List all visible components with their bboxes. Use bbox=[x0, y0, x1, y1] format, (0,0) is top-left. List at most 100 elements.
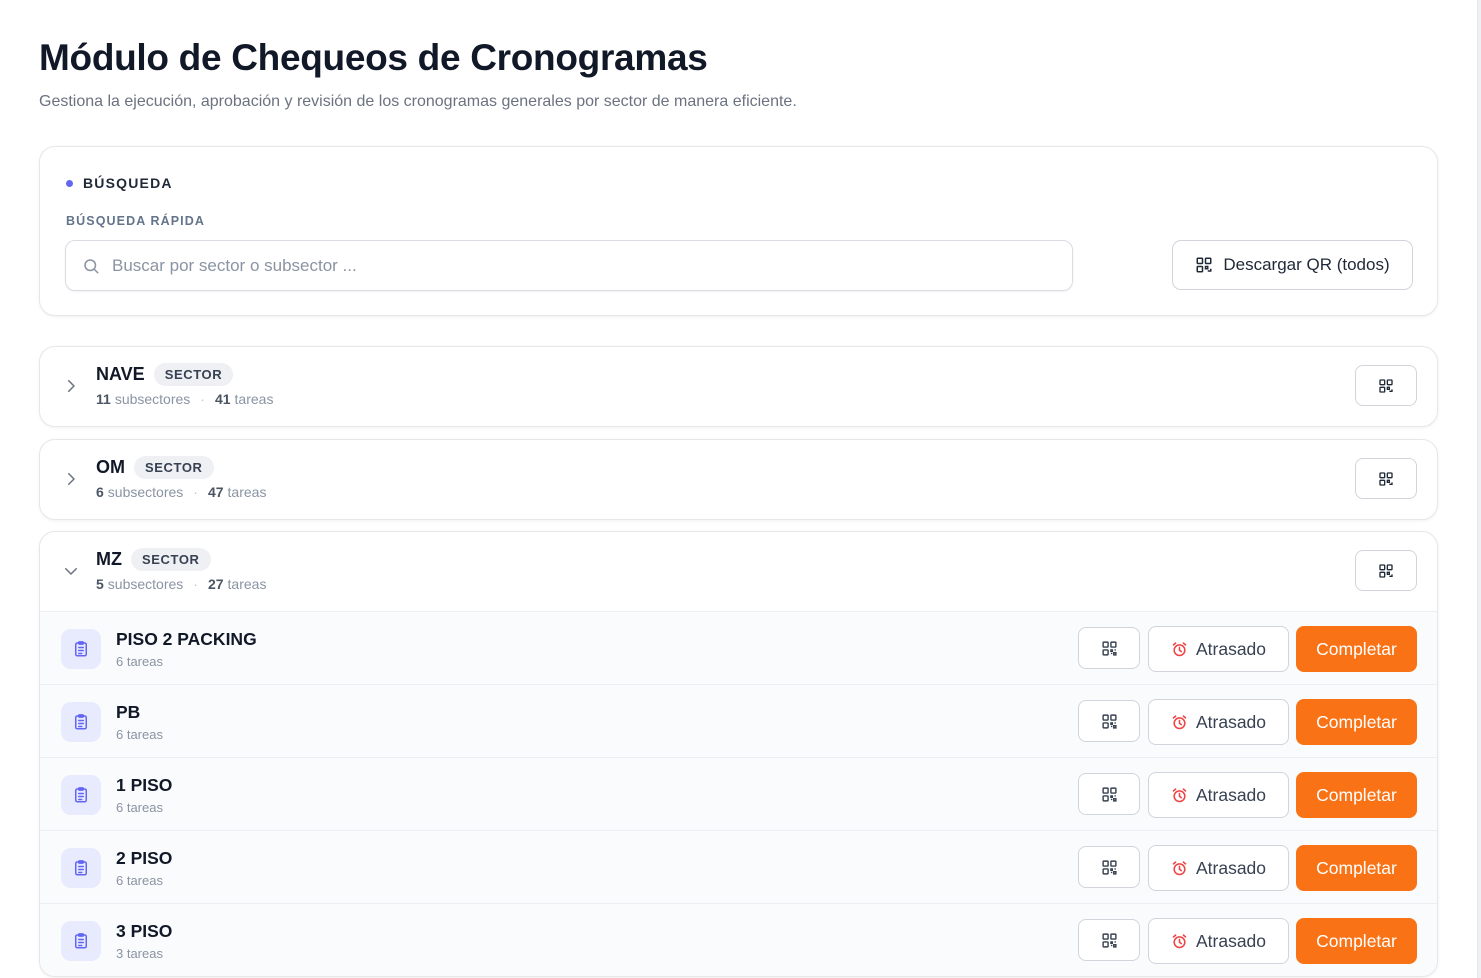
alarm-clock-icon bbox=[1171, 860, 1188, 877]
qr-code-icon bbox=[1195, 256, 1213, 274]
search-input[interactable] bbox=[112, 255, 1012, 276]
status-label: Atrasado bbox=[1195, 930, 1267, 951]
sector-name: MZ bbox=[96, 549, 122, 569]
subsector-qr-button[interactable] bbox=[1078, 919, 1140, 961]
quick-search-label: BÚSQUEDA RÁPIDA bbox=[66, 214, 205, 228]
subsector-task-count: 6 tareas bbox=[116, 654, 163, 669]
sector-header[interactable]: MZ SECTOR 5 subsectores · 27 tareas bbox=[40, 532, 1437, 611]
chevron-right-icon[interactable] bbox=[62, 470, 80, 488]
download-all-qr-label: Descargar QR (todos) bbox=[1223, 255, 1390, 274]
subsector-qr-button[interactable] bbox=[1078, 773, 1140, 815]
task-count: 27 bbox=[207, 576, 224, 592]
clipboard-list-icon bbox=[61, 702, 101, 742]
subsector-name: PB bbox=[116, 702, 141, 722]
qr-code-icon bbox=[1101, 932, 1118, 949]
status-overdue-button[interactable]: Atrasado bbox=[1148, 699, 1289, 745]
sector-meta: 6 subsectores · 47 tareas bbox=[96, 484, 266, 500]
subsector-label: subsectores bbox=[107, 576, 184, 592]
meta-separator: · bbox=[193, 484, 198, 500]
subsector-name: 1 PISO bbox=[116, 775, 173, 795]
status-overdue-button[interactable]: Atrasado bbox=[1148, 845, 1289, 891]
task-label: tareas bbox=[227, 576, 267, 592]
sector-meta: 5 subsectores · 27 tareas bbox=[96, 576, 266, 592]
sector-qr-button[interactable] bbox=[1355, 550, 1417, 591]
sector-card-mz: MZ SECTOR 5 subsectores · 27 tareas PISO… bbox=[39, 531, 1438, 977]
subsector-task-count: 3 tareas bbox=[116, 946, 163, 961]
complete-button[interactable]: Completar bbox=[1296, 626, 1417, 672]
qr-code-icon bbox=[1101, 786, 1118, 803]
subsector-row: PB 6 tareas Atrasado Completar bbox=[40, 684, 1437, 757]
subsector-name: PISO 2 PACKING bbox=[116, 629, 257, 649]
search-card: BÚSQUEDA BÚSQUEDA RÁPIDA Descargar QR (t… bbox=[39, 146, 1438, 316]
qr-code-icon bbox=[1101, 640, 1118, 657]
sector-name: OM bbox=[96, 457, 125, 477]
clipboard-list-icon bbox=[61, 848, 101, 888]
task-count: 41 bbox=[214, 391, 231, 407]
clipboard-list-icon bbox=[61, 629, 101, 669]
subsector-list: PISO 2 PACKING 6 tareas Atrasado Complet… bbox=[40, 611, 1437, 976]
sector-badge: SECTOR bbox=[131, 548, 211, 571]
subsector-qr-button[interactable] bbox=[1078, 846, 1140, 888]
alarm-clock-icon bbox=[1171, 641, 1188, 658]
subsector-row: 2 PISO 6 tareas Atrasado Completar bbox=[40, 830, 1437, 903]
complete-button[interactable]: Completar bbox=[1296, 699, 1417, 745]
chevron-down-icon[interactable] bbox=[62, 562, 80, 580]
subsector-row: 1 PISO 6 tareas Atrasado Completar bbox=[40, 757, 1437, 830]
chevron-right-icon[interactable] bbox=[62, 377, 80, 395]
meta-separator: · bbox=[200, 391, 205, 407]
subsector-qr-button[interactable] bbox=[1078, 700, 1140, 742]
section-dot-icon bbox=[66, 179, 73, 187]
status-label: Atrasado bbox=[1195, 711, 1267, 732]
sector-qr-button[interactable] bbox=[1355, 458, 1417, 499]
status-label: Atrasado bbox=[1195, 857, 1267, 878]
alarm-clock-icon bbox=[1171, 787, 1188, 804]
alarm-clock-icon bbox=[1171, 933, 1188, 950]
task-label: tareas bbox=[234, 391, 274, 407]
sector-header[interactable]: OM SECTOR 6 subsectores · 47 tareas bbox=[40, 440, 1437, 519]
subsector-row: 3 PISO 3 tareas Atrasado Completar bbox=[40, 903, 1437, 976]
subsector-label: subsectores bbox=[107, 484, 184, 500]
status-overdue-button[interactable]: Atrasado bbox=[1148, 772, 1289, 818]
subsector-count: 5 bbox=[96, 576, 104, 592]
subsector-task-count: 6 tareas bbox=[116, 873, 163, 888]
qr-code-icon bbox=[1101, 859, 1118, 876]
sector-badge: SECTOR bbox=[153, 363, 234, 386]
complete-button[interactable]: Completar bbox=[1296, 845, 1417, 891]
qr-code-icon bbox=[1378, 378, 1394, 394]
sector-name: NAVE bbox=[96, 364, 145, 384]
subsector-row: PISO 2 PACKING 6 tareas Atrasado Complet… bbox=[40, 611, 1437, 684]
page-title: Módulo de Chequeos de Cronogramas bbox=[39, 37, 708, 78]
sector-qr-button[interactable] bbox=[1355, 365, 1417, 406]
status-label: Atrasado bbox=[1195, 784, 1267, 805]
alarm-clock-icon bbox=[1171, 714, 1188, 731]
search-section-label: BÚSQUEDA bbox=[83, 175, 173, 191]
search-section-header: BÚSQUEDA bbox=[66, 175, 173, 191]
complete-button[interactable]: Completar bbox=[1296, 772, 1417, 818]
status-overdue-button[interactable]: Atrasado bbox=[1148, 918, 1289, 964]
search-icon bbox=[82, 257, 100, 275]
subsector-qr-button[interactable] bbox=[1078, 627, 1140, 669]
clipboard-list-icon bbox=[61, 921, 101, 961]
subsector-label: subsectores bbox=[114, 391, 191, 407]
page-subtitle: Gestiona la ejecución, aprobación y revi… bbox=[39, 93, 797, 110]
meta-separator: · bbox=[193, 576, 198, 592]
subsector-count: 6 bbox=[96, 484, 104, 500]
qr-code-icon bbox=[1101, 713, 1118, 730]
subsector-task-count: 6 tareas bbox=[116, 727, 163, 742]
sector-header[interactable]: NAVE SECTOR 11 subsectores · 41 tareas bbox=[40, 347, 1437, 426]
subsector-count: 11 bbox=[96, 391, 111, 407]
status-label: Atrasado bbox=[1195, 638, 1267, 659]
subsector-task-count: 6 tareas bbox=[116, 800, 163, 815]
sector-card-om: OM SECTOR 6 subsectores · 47 tareas bbox=[39, 439, 1438, 520]
task-label: tareas bbox=[227, 484, 267, 500]
sector-badge: SECTOR bbox=[134, 456, 214, 479]
clipboard-list-icon bbox=[61, 775, 101, 815]
qr-code-icon bbox=[1378, 471, 1394, 487]
download-all-qr-button[interactable]: Descargar QR (todos) bbox=[1172, 240, 1413, 290]
qr-code-icon bbox=[1378, 563, 1394, 579]
scrollbar-track[interactable] bbox=[1477, 0, 1481, 978]
complete-button[interactable]: Completar bbox=[1296, 918, 1417, 964]
search-field[interactable] bbox=[65, 240, 1073, 291]
status-overdue-button[interactable]: Atrasado bbox=[1148, 626, 1289, 672]
subsector-name: 2 PISO bbox=[116, 848, 173, 868]
